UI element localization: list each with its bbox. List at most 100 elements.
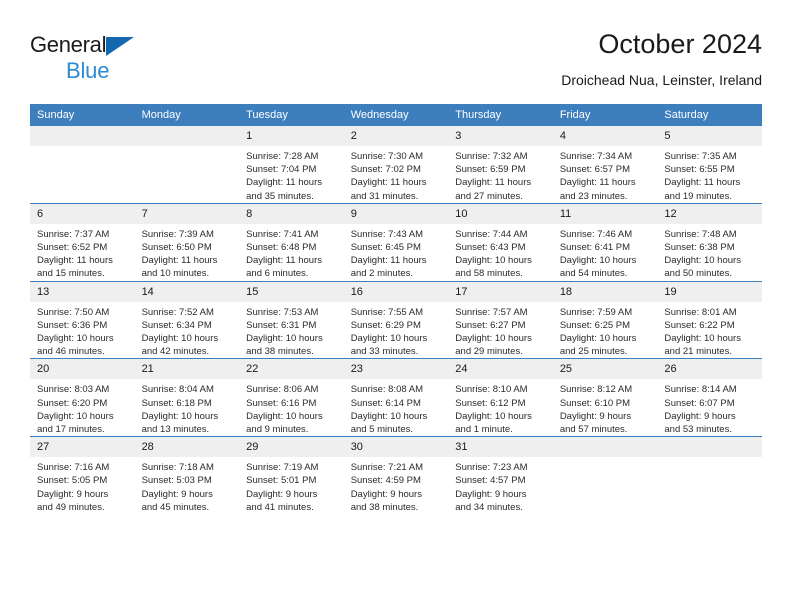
day-number: 1 (239, 126, 344, 146)
daylight-text-line2: and 21 minutes. (664, 346, 732, 358)
calendar-day-cell[interactable]: 14 Sunrise: 7:52 AM Sunset: 6:34 PM Dayligh… (134, 280, 240, 359)
sunrise-text: Sunrise: 7:48 AM (664, 228, 737, 240)
calendar-week-row: 1 Sunrise: 7:28 AM Sunset: 7:04 PM Daylight… (30, 126, 762, 203)
daylight-text-line1: Daylight: 9 hours (246, 488, 318, 500)
calendar-day-cell[interactable]: 30 Sunrise: 7:21 AM Sunset: 4:59 PM Dayligh… (343, 436, 449, 515)
sunrise-text: Sunrise: 8:03 AM (37, 384, 110, 396)
calendar-body: 1 Sunrise: 7:28 AM Sunset: 7:04 PM Daylight… (30, 126, 762, 515)
calendar-day-cell[interactable]: 21 Sunrise: 8:04 AM Sunset: 6:18 PM Dayligh… (134, 358, 240, 437)
calendar-day-cell[interactable]: 10 Sunrise: 7:44 AM Sunset: 6:43 PM Dayligh… (448, 202, 553, 282)
daylight-text-line1: Daylight: 11 hours (350, 255, 427, 267)
calendar-day-cell[interactable]: 16 Sunrise: 7:55 AM Sunset: 6:29 PM Dayligh… (343, 280, 449, 359)
daylight-text-line1: Daylight: 9 hours (455, 488, 527, 500)
day-number: 21 (134, 359, 240, 380)
sunrise-text: Sunrise: 8:08 AM (350, 384, 424, 396)
sunset-text: Sunset: 5:03 PM (141, 475, 212, 487)
daylight-text-line2: and 15 minutes. (37, 268, 105, 280)
sunset-text: Sunset: 6:18 PM (141, 397, 212, 409)
daylight-text-line1: Daylight: 10 hours (350, 333, 428, 345)
daylight-text-line2: and 54 minutes. (559, 268, 628, 280)
calendar-week-row: 20 Sunrise: 8:03 AM Sunset: 6:20 PM Dayligh… (30, 358, 762, 437)
calendar-day-cell[interactable]: 24 Sunrise: 8:10 AM Sunset: 6:12 PM Dayligh… (448, 358, 553, 437)
calendar-day-cell[interactable]: 7 Sunrise: 7:39 AM Sunset: 6:50 PM Daylight… (134, 202, 240, 282)
calendar-day-cell[interactable]: 28 Sunrise: 7:18 AM Sunset: 5:03 PM Dayligh… (134, 436, 240, 515)
day-number: 29 (239, 437, 344, 458)
weekday-header-monday: Monday (134, 104, 240, 126)
sunrise-text: Sunrise: 7:16 AM (37, 462, 110, 474)
day-sun-info: Sunrise: 7:46 AM Sunset: 6:41 PM Daylight:… (553, 224, 658, 281)
day-number: 30 (343, 437, 449, 458)
calendar-day-cell[interactable]: 12 Sunrise: 7:48 AM Sunset: 6:38 PM Dayligh… (657, 202, 762, 282)
logo-word-general: General (30, 32, 107, 57)
calendar-day-cell[interactable]: 3 Sunrise: 7:32 AM Sunset: 6:59 PM Daylight… (448, 126, 553, 203)
daylight-text-line1: Daylight: 9 hours (559, 410, 632, 422)
day-sun-info: Sunrise: 8:10 AM Sunset: 6:12 PM Daylight:… (448, 379, 553, 436)
day-number: 18 (552, 281, 658, 302)
sunset-text: Sunset: 6:59 PM (455, 164, 526, 176)
sunset-text: Sunset: 6:20 PM (37, 397, 108, 409)
daylight-text-line2: and 50 minutes. (664, 268, 732, 280)
day-sun-info: Sunrise: 7:32 AM Sunset: 6:59 PM Daylight:… (448, 146, 553, 203)
calendar-day-cell[interactable]: 9 Sunrise: 7:43 AM Sunset: 6:45 PM Daylight… (343, 202, 449, 282)
calendar-day-cell[interactable] (657, 436, 762, 515)
calendar-day-cell[interactable]: 8 Sunrise: 7:41 AM Sunset: 6:48 PM Daylight… (239, 202, 344, 282)
day-sun-info: Sunrise: 7:37 AM Sunset: 6:52 PM Daylight:… (30, 224, 135, 281)
calendar-day-cell[interactable]: 19 Sunrise: 8:01 AM Sunset: 6:22 PM Dayligh… (657, 280, 762, 359)
daylight-text-line2: and 49 minutes. (37, 501, 105, 513)
calendar-day-cell[interactable]: 20 Sunrise: 8:03 AM Sunset: 6:20 PM Dayligh… (30, 358, 135, 437)
weekday-header-saturday: Saturday (657, 104, 762, 126)
daylight-text-line1: Daylight: 10 hours (455, 333, 532, 345)
daylight-text-line1: Daylight: 11 hours (246, 177, 322, 189)
calendar-day-cell[interactable] (552, 436, 658, 515)
daylight-text-line1: Daylight: 9 hours (141, 488, 213, 500)
daylight-text-line1: Daylight: 11 hours (559, 177, 636, 189)
daylight-text-line2: and 31 minutes. (350, 190, 419, 202)
calendar-day-cell[interactable]: 25 Sunrise: 8:12 AM Sunset: 6:10 PM Dayligh… (552, 358, 658, 437)
daylight-text-line1: Daylight: 9 hours (664, 410, 736, 422)
calendar-day-cell[interactable]: 23 Sunrise: 8:08 AM Sunset: 6:14 PM Dayligh… (343, 358, 449, 437)
weekday-header-sunday: Sunday (30, 104, 135, 126)
calendar-day-cell[interactable]: 27 Sunrise: 7:16 AM Sunset: 5:05 PM Dayligh… (30, 436, 135, 515)
daylight-text-line1: Daylight: 9 hours (350, 488, 422, 500)
calendar-day-cell[interactable]: 5 Sunrise: 7:35 AM Sunset: 6:55 PM Daylight… (657, 126, 762, 203)
day-sun-info: Sunrise: 7:50 AM Sunset: 6:36 PM Daylight:… (30, 302, 135, 359)
calendar-day-cell[interactable]: 6 Sunrise: 7:37 AM Sunset: 6:52 PM Daylight… (30, 202, 135, 282)
calendar-day-cell[interactable]: 4 Sunrise: 7:34 AM Sunset: 6:57 PM Daylight… (552, 126, 658, 203)
daylight-text-line2: and 53 minutes. (664, 424, 732, 436)
day-sun-info: Sunrise: 7:55 AM Sunset: 6:29 PM Daylight:… (344, 302, 449, 359)
sunrise-text: Sunrise: 8:10 AM (455, 384, 528, 396)
calendar-day-cell[interactable]: 18 Sunrise: 7:59 AM Sunset: 6:25 PM Dayligh… (552, 280, 658, 359)
sunrise-text: Sunrise: 7:21 AM (350, 462, 424, 474)
calendar-day-cell[interactable]: 13 Sunrise: 7:50 AM Sunset: 6:36 PM Dayligh… (30, 280, 135, 359)
calendar-day-cell[interactable]: 26 Sunrise: 8:14 AM Sunset: 6:07 PM Dayligh… (657, 358, 762, 437)
calendar-day-cell[interactable]: 29 Sunrise: 7:19 AM Sunset: 5:01 PM Dayligh… (239, 436, 344, 515)
calendar-day-cell[interactable]: 22 Sunrise: 8:06 AM Sunset: 6:16 PM Dayligh… (239, 358, 344, 437)
page-header: General Blue October 2024 Droichead Nua,… (30, 28, 762, 98)
sunrise-text: Sunrise: 7:30 AM (350, 151, 424, 162)
sunrise-text: Sunrise: 7:52 AM (141, 306, 214, 318)
calendar-day-cell[interactable]: 2 Sunrise: 7:30 AM Sunset: 7:02 PM Daylight… (343, 126, 449, 203)
day-number: 22 (239, 359, 344, 380)
day-number (657, 437, 762, 458)
calendar-day-cell[interactable] (134, 126, 240, 203)
daylight-text-line2: and 58 minutes. (455, 268, 523, 280)
day-number: 12 (657, 203, 762, 224)
day-number: 31 (448, 437, 553, 458)
calendar-day-cell[interactable]: 31 Sunrise: 7:23 AM Sunset: 4:57 PM Dayligh… (448, 436, 553, 515)
daylight-text-line1: Daylight: 10 hours (246, 333, 323, 345)
day-sun-info: Sunrise: 7:43 AM Sunset: 6:45 PM Daylight:… (344, 224, 449, 281)
logo-triangle-icon (106, 37, 134, 56)
calendar-day-cell[interactable]: 1 Sunrise: 7:28 AM Sunset: 7:04 PM Daylight… (239, 126, 344, 203)
calendar-day-cell[interactable]: 11 Sunrise: 7:46 AM Sunset: 6:41 PM Dayligh… (552, 202, 658, 282)
sunrise-text: Sunrise: 7:34 AM (559, 151, 633, 162)
calendar-day-cell[interactable]: 15 Sunrise: 7:53 AM Sunset: 6:31 PM Dayligh… (239, 280, 344, 359)
day-sun-info: Sunrise: 8:08 AM Sunset: 6:14 PM Daylight:… (344, 379, 449, 436)
sunset-text: Sunset: 6:10 PM (559, 397, 631, 409)
calendar-week-row: 27 Sunrise: 7:16 AM Sunset: 5:05 PM Dayligh… (30, 436, 762, 515)
daylight-text-line2: and 41 minutes. (246, 501, 314, 513)
sunrise-text: Sunrise: 7:46 AM (559, 228, 633, 240)
day-sun-info: Sunrise: 7:57 AM Sunset: 6:27 PM Daylight:… (448, 302, 553, 359)
calendar-day-cell[interactable] (30, 126, 135, 203)
calendar-day-cell[interactable]: 17 Sunrise: 7:57 AM Sunset: 6:27 PM Dayligh… (448, 280, 553, 359)
sunrise-text: Sunrise: 8:01 AM (664, 306, 737, 318)
